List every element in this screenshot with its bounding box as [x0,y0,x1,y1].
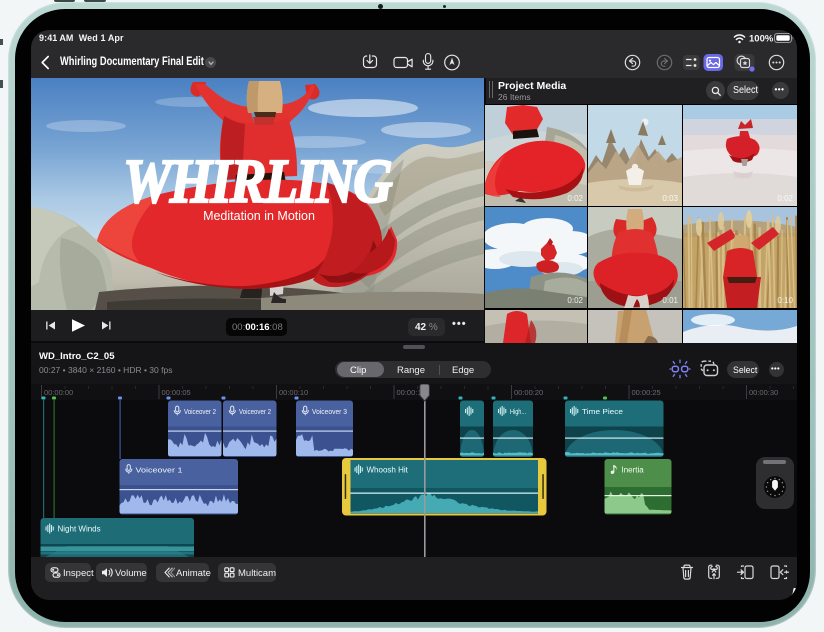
svg-text:0:01: 0:01 [662,296,678,305]
svg-text:0:10: 0:10 [777,296,793,305]
svg-text:0:02: 0:02 [567,194,583,203]
svg-text:WHIRLING: WHIRLING [123,147,392,216]
svg-text:0:02: 0:02 [567,296,583,305]
svg-text:00:00:00: 00:00:00 [44,388,73,397]
svg-text:00:00:20: 00:00:20 [514,388,543,397]
svg-text:0:02: 0:02 [777,194,793,203]
svg-text:Voiceover 1: Voiceover 1 [136,466,183,475]
svg-text:00:00:25: 00:00:25 [632,388,661,397]
svg-text:Voiceover 2: Voiceover 2 [184,407,216,416]
svg-text:00:00:05: 00:00:05 [162,388,191,397]
svg-text:Whoosh Hit: Whoosh Hit [367,466,409,475]
svg-text:Time Piece: Time Piece [582,407,623,416]
svg-text:00:00:30: 00:00:30 [749,388,778,397]
svg-text:Voiceover 2: Voiceover 2 [239,407,271,416]
svg-text:Inertia: Inertia [622,466,645,475]
svg-text:Voiceover 3: Voiceover 3 [312,407,347,416]
svg-text:0:03: 0:03 [662,194,678,203]
svg-text:100%: 100% [749,34,774,45]
svg-text:Meditation in Motion: Meditation in Motion [203,209,315,223]
svg-text:00:00:10: 00:00:10 [279,388,308,397]
svg-text:High...: High... [510,407,526,416]
svg-text:Night Winds: Night Winds [58,525,101,534]
